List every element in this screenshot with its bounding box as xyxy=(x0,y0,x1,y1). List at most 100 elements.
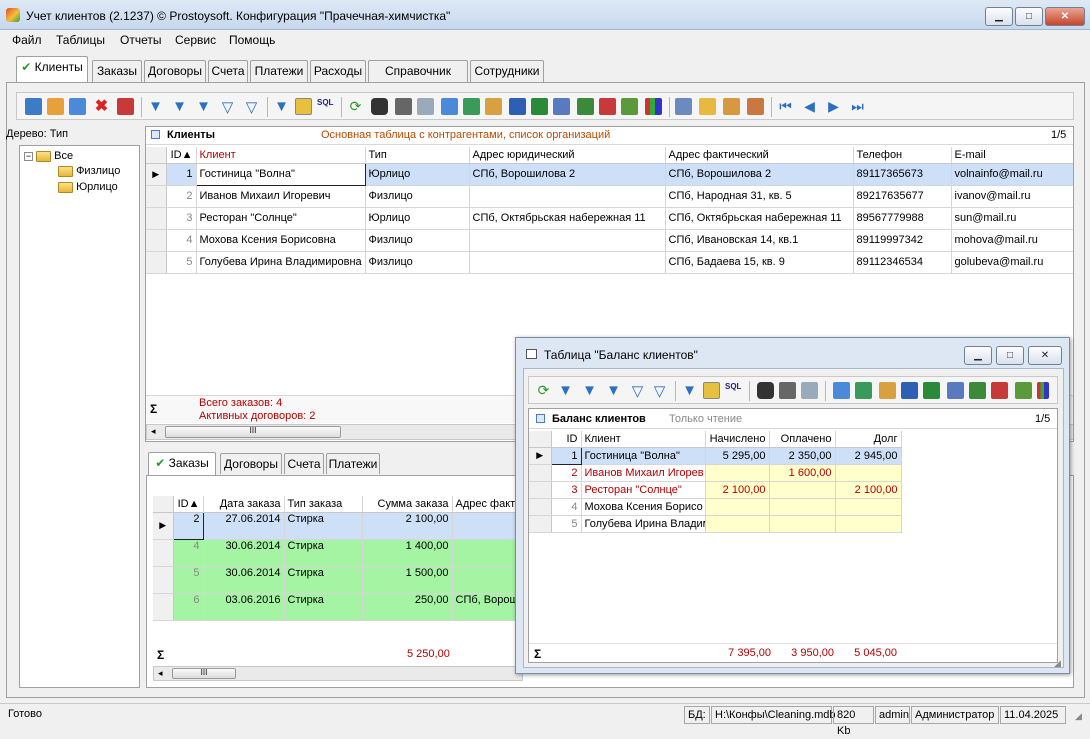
group-icon[interactable] xyxy=(699,98,716,115)
table-row[interactable]: 6 03.06.2016 Стирка 250,00 СПб, Ворош xyxy=(153,593,554,621)
col-id[interactable]: ID▲ xyxy=(173,496,204,513)
tab-clients[interactable]: ✔ Клиенты xyxy=(16,56,88,82)
subtab-contracts[interactable]: Договоры xyxy=(220,453,282,474)
resize-grip-icon[interactable]: ◢ xyxy=(1075,711,1082,722)
filter-edit-icon[interactable]: ▽ xyxy=(243,98,260,116)
scroll-left-icon[interactable]: ◂ xyxy=(158,668,163,679)
refresh-icon[interactable]: ⟳ xyxy=(535,382,552,399)
xml-icon[interactable] xyxy=(947,382,964,399)
subtab-invoices[interactable]: Счета xyxy=(284,453,324,474)
settings-icon[interactable] xyxy=(747,98,764,115)
col-client[interactable]: Клиент xyxy=(196,147,366,164)
balance-maximize-button[interactable]: □ xyxy=(996,346,1024,365)
copy-icon[interactable] xyxy=(69,98,86,115)
table-row[interactable]: 2 Иванов Михаил Игоревич Физлицо СПб, Нар… xyxy=(146,185,1073,208)
text-icon[interactable] xyxy=(621,98,638,115)
col-client[interactable]: Клиент xyxy=(581,431,706,448)
table-row[interactable]: 5 Голубева Ирина Владим xyxy=(529,515,902,533)
add-record-icon[interactable] xyxy=(25,98,42,115)
html-icon[interactable] xyxy=(599,98,616,115)
delete-icon[interactable]: ✖ xyxy=(93,98,110,115)
sort-icon[interactable] xyxy=(675,98,692,115)
sql-icon[interactable]: SQL xyxy=(725,382,742,399)
table-row[interactable]: 4 Мохова Ксения Борисо xyxy=(529,498,902,516)
col-id[interactable]: ID xyxy=(551,431,582,448)
export-doc-icon[interactable] xyxy=(879,382,896,399)
tree-node-legal[interactable]: Юрлицо xyxy=(58,181,118,193)
table-row[interactable]: 4 Мохова Ксения Борисовна Физлицо СПб, Ив… xyxy=(146,229,1073,252)
tab-invoices[interactable]: Счета xyxy=(208,60,248,83)
columns-icon[interactable] xyxy=(723,98,740,115)
subtab-orders[interactable]: ✔ Заказы xyxy=(148,452,216,475)
table-row[interactable]: ▶ 1 Гостиница "Волна" 5 295,00 2 350,00 … xyxy=(529,446,902,465)
print-icon[interactable] xyxy=(395,98,412,115)
col-email[interactable]: E-mail xyxy=(951,147,1073,164)
table-row[interactable]: 5 30.06.2014 Стирка 1 500,00 xyxy=(153,566,554,594)
preview-icon[interactable] xyxy=(417,98,434,115)
col-order-type[interactable]: Тип заказа xyxy=(284,496,363,513)
subtab-payments[interactable]: Платежи xyxy=(326,453,380,474)
table-row[interactable]: ▶ 1 Гостиница "Волна" Юрлицо СПб, Вороши… xyxy=(146,162,1073,186)
tab-orders[interactable]: Заказы xyxy=(92,60,142,83)
next-record-icon[interactable]: ▶ xyxy=(825,98,842,115)
tab-payments[interactable]: Платежи xyxy=(250,60,308,83)
scroll-thumb[interactable]: III xyxy=(165,426,341,438)
refresh-icon[interactable]: ⟳ xyxy=(347,98,364,115)
table-row[interactable]: ▶ 2 27.06.2014 Стирка 2 100,00 xyxy=(153,511,554,540)
first-record-icon[interactable]: ⏮ xyxy=(777,98,794,115)
table-row[interactable]: 2 Иванов Михаил Игорев 1 600,00 xyxy=(529,464,902,482)
excel-icon[interactable] xyxy=(531,98,548,115)
table-row[interactable]: 3 Ресторан "Солнце" 2 100,00 2 100,00 xyxy=(529,481,902,499)
menu-file[interactable]: Файл xyxy=(12,33,42,47)
filter-advanced-icon[interactable]: ▽ xyxy=(219,98,236,116)
export-doc-icon[interactable] xyxy=(485,98,502,115)
col-order-date[interactable]: Дата заказа xyxy=(203,496,285,513)
chart-icon[interactable] xyxy=(645,98,662,115)
chart-icon[interactable] xyxy=(1037,382,1049,399)
table-row[interactable]: 3 Ресторан "Солнце" Юрлицо СПб, Октябрьск… xyxy=(146,207,1073,230)
col-debt[interactable]: Долг xyxy=(835,431,902,448)
csv-icon[interactable] xyxy=(969,382,986,399)
close-button[interactable]: ✕ xyxy=(1045,7,1085,26)
col-type[interactable]: Тип xyxy=(365,147,470,164)
table-row[interactable]: 4 30.06.2014 Стирка 1 400,00 xyxy=(153,539,554,567)
maximize-button[interactable]: □ xyxy=(1015,7,1043,26)
print-icon[interactable] xyxy=(779,382,796,399)
binoculars-icon[interactable] xyxy=(371,98,388,115)
filter-icon[interactable]: ▼ xyxy=(147,98,164,115)
balance-close-button[interactable]: ✕ xyxy=(1028,346,1062,365)
filter-icon[interactable]: ▼ xyxy=(557,382,574,399)
tab-staff[interactable]: Сотрудники xyxy=(470,60,544,83)
export-excel-icon[interactable] xyxy=(855,382,872,399)
filter-tree-icon[interactable]: ▼ xyxy=(681,382,698,399)
scroll-left-icon[interactable]: ◂ xyxy=(151,426,156,437)
export-icon[interactable] xyxy=(441,98,458,115)
col-phone[interactable]: Телефон xyxy=(853,147,952,164)
horizontal-scrollbar[interactable]: ◂ III xyxy=(153,666,523,681)
collapse-icon[interactable]: − xyxy=(24,151,33,161)
filter-remove-icon[interactable]: ▼ xyxy=(171,98,188,115)
delete-all-icon[interactable] xyxy=(117,98,134,115)
tab-contracts[interactable]: Договоры xyxy=(144,60,206,83)
minimize-button[interactable]: ▁ xyxy=(985,7,1013,26)
preview-icon[interactable] xyxy=(801,382,818,399)
tree-root[interactable]: − Все xyxy=(24,150,73,162)
text-icon[interactable] xyxy=(1015,382,1032,399)
edit-icon[interactable] xyxy=(47,98,64,115)
filter-advanced-icon[interactable]: ▽ xyxy=(629,382,646,400)
binoculars-icon[interactable] xyxy=(757,382,774,399)
filter-clear-icon[interactable]: ▼ xyxy=(195,98,212,115)
csv-icon[interactable] xyxy=(577,98,594,115)
col-actual-address[interactable]: Адрес фактический xyxy=(665,147,854,164)
tree-view-icon[interactable] xyxy=(703,382,720,399)
word-icon[interactable] xyxy=(509,98,526,115)
menu-reports[interactable]: Отчеты xyxy=(120,33,161,47)
filter-tree-icon[interactable]: ▼ xyxy=(273,98,290,115)
filter-edit-icon[interactable]: ▽ xyxy=(651,382,668,400)
table-row[interactable]: 5 Голубева Ирина Владимировна Физлицо СПб… xyxy=(146,251,1073,274)
menu-tables[interactable]: Таблицы xyxy=(56,33,105,47)
balance-minimize-button[interactable]: ▁ xyxy=(964,346,992,365)
excel-icon[interactable] xyxy=(923,382,940,399)
tab-services[interactable]: Справочник услуг xyxy=(368,60,468,99)
scroll-thumb[interactable]: III xyxy=(172,668,236,679)
